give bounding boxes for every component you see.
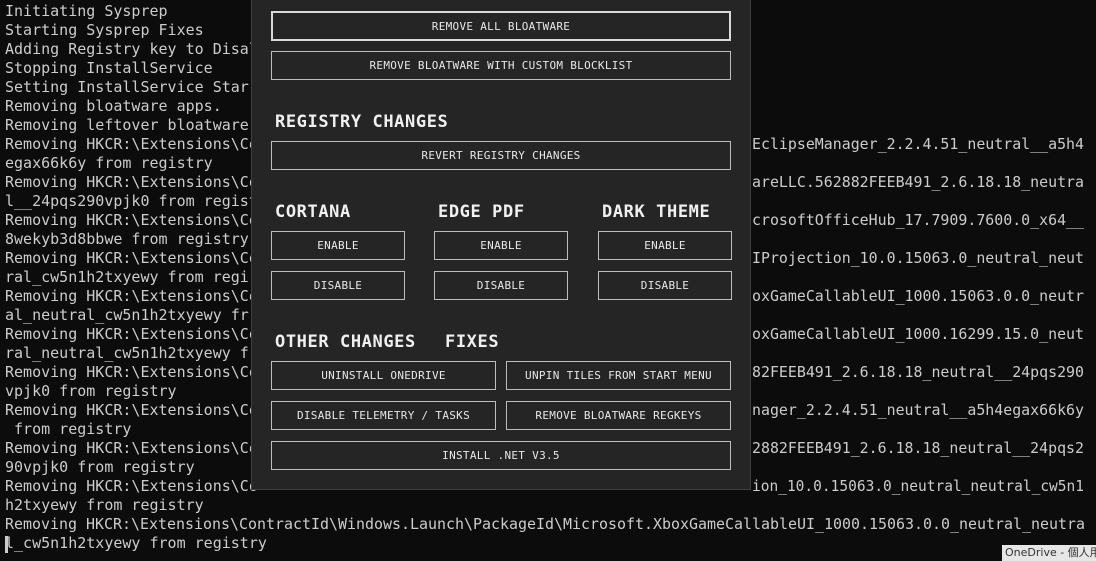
console-line: Removing HKCR:\Extensions\Co (5, 135, 258, 153)
edge-pdf-enable-button[interactable]: ENABLE (434, 231, 568, 260)
console-line: Removing bloatware apps. (5, 97, 222, 115)
console-line-fragment: EclipseManager_2.2.4.51_neutral__a5h4 (752, 135, 1084, 153)
console-line: Setting InstallService Star (5, 78, 249, 96)
console-line-fragment: oxGameCallableUI_1000.16299.15.0_neut (752, 325, 1084, 343)
console-line: Initiating Sysprep (5, 2, 168, 20)
console-line: l_cw5n1h2txyewy from registry (5, 534, 267, 552)
console-line: egax66k6y from registry (5, 154, 213, 172)
revert-registry-button[interactable]: REVERT REGISTRY CHANGES (271, 141, 731, 170)
console-line: Removing HKCR:\Extensions\Co (5, 211, 258, 229)
console-line: from registry (5, 420, 132, 438)
console-line: ral_neutral_cw5n1h2txyewy f (5, 344, 249, 362)
onedrive-notification[interactable]: OneDrive - 個人用 (1002, 545, 1096, 561)
console-line: Adding Registry key to Disal (5, 40, 258, 58)
console-line: h2txyewy from registry (5, 496, 204, 514)
console-line-fragment: 82FEEB491_2.6.18.18_neutral__24pqs290 (752, 363, 1084, 381)
console-line-fragment: 2882FEEB491_2.6.18.18_neutral__24pqs2 (752, 439, 1084, 457)
console-line: Removing HKCR:\Extensions\Co (5, 439, 258, 457)
registry-changes-heading: REGISTRY CHANGES (275, 112, 449, 132)
remove-all-bloatware-button[interactable]: REMOVE ALL BLOATWARE (271, 11, 731, 41)
dark-theme-disable-button[interactable]: DISABLE (598, 271, 732, 300)
remove-custom-blocklist-button[interactable]: REMOVE BLOATWARE WITH CUSTOM BLOCKLIST (271, 51, 731, 80)
console-line: ral_cw5n1h2txyewy from regi (5, 268, 249, 286)
console-line: Removing leftover bloatware (5, 116, 249, 134)
console-line: Stopping InstallService (5, 59, 213, 77)
console-line: 8wekyb3d8bbwe from registry (5, 230, 249, 248)
console-line-fragment: IProjection_10.0.15063.0_neutral_neut (752, 249, 1084, 267)
other-changes-heading: OTHER CHANGES (275, 332, 416, 352)
console-line: l__24pqs290vpjk0 from regist (5, 192, 258, 210)
console-line: Removing HKCR:\Extensions\ContractId\Win… (5, 515, 1085, 533)
console-line: al_neutral_cw5n1h2txyewy fr (5, 306, 249, 324)
remove-regkeys-button[interactable]: REMOVE BLOATWARE REGKEYS (506, 401, 731, 430)
console-line: Removing HKCR:\Extensions\Co (5, 249, 258, 267)
console-line: Removing HKCR:\Extensions\Co (5, 363, 258, 381)
console-line-fragment: ion_10.0.15063.0_neutral_neutral_cw5n1 (752, 477, 1084, 495)
cortana-enable-button[interactable]: ENABLE (271, 231, 405, 260)
console-line: 90vpjk0 from registry (5, 458, 195, 476)
edge-pdf-disable-button[interactable]: DISABLE (434, 271, 568, 300)
edge-pdf-heading: EDGE PDF (438, 202, 525, 222)
cortana-heading: CORTANA (275, 202, 351, 222)
dark-theme-enable-button[interactable]: ENABLE (598, 231, 732, 260)
disable-telemetry-button[interactable]: DISABLE TELEMETRY / TASKS (271, 401, 496, 430)
fixes-heading: FIXES (445, 332, 500, 352)
console-line: Removing HKCR:\Extensions\Co (5, 401, 258, 419)
console-line-fragment: oxGameCallableUI_1000.15063.0.0_neutr (752, 287, 1084, 305)
debloat-panel: REMOVE ALL BLOATWARE REMOVE BLOATWARE WI… (251, 0, 751, 490)
console-line: vpjk0 from registry (5, 382, 177, 400)
console-line-fragment: areLLC.562882FEEB491_2.6.18.18_neutra (752, 173, 1084, 191)
dark-theme-heading: DARK THEME (602, 202, 711, 222)
cortana-disable-button[interactable]: DISABLE (271, 271, 405, 300)
uninstall-onedrive-button[interactable]: UNINSTALL ONEDRIVE (271, 361, 496, 390)
console-line-fragment: crosoftOfficeHub_17.7909.7600.0_x64__ (752, 211, 1084, 229)
text-cursor (5, 536, 8, 553)
console-line-fragment: nager_2.2.4.51_neutral__a5h4egax66k6y (752, 401, 1084, 419)
install-net-button[interactable]: INSTALL .NET V3.5 (271, 441, 731, 470)
console-line: Removing HKCR:\Extensions\Co (5, 287, 258, 305)
unpin-tiles-button[interactable]: UNPIN TILES FROM START MENU (506, 361, 731, 390)
console-line: Removing HKCR:\Extensions\Co (5, 325, 258, 343)
console-line: Removing HKCR:\Extensions\Co (5, 173, 258, 191)
console-line: Removing HKCR:\Extensions\Co (5, 477, 258, 495)
console-line: Starting Sysprep Fixes (5, 21, 204, 39)
